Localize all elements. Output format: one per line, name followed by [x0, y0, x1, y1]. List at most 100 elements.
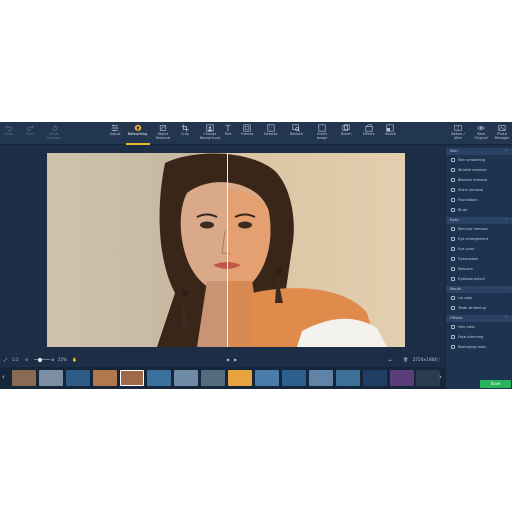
filmstrip-thumbnail[interactable] — [309, 370, 333, 386]
before-after-icon — [454, 124, 462, 132]
panel-item[interactable]: Blemish removal — [446, 175, 512, 185]
previous-image-icon[interactable]: ◀ — [226, 357, 229, 363]
tool-icon — [451, 257, 455, 261]
cloud-icon[interactable]: ☁ — [388, 357, 392, 363]
filmstrip-thumbnail[interactable] — [282, 370, 306, 386]
panel-sections: Skin ⌃ Skin smoothing Wrinkle removal Blemis… — [446, 148, 512, 352]
panel-item[interactable]: Eye enlargement — [446, 234, 512, 244]
tool-resize[interactable]: Resize — [385, 124, 396, 136]
undo-label: Undo — [4, 132, 13, 136]
panel-item[interactable]: Red-eye removal — [446, 224, 512, 234]
filmstrip-left-arrow-icon[interactable]: ‹ — [2, 373, 5, 381]
panel-item[interactable]: Face slimming — [446, 332, 512, 342]
next-image-icon[interactable]: ▶ — [234, 357, 237, 363]
section-header-0[interactable]: Skin ⌃ — [446, 148, 512, 155]
tool-frames-label: Frames — [241, 132, 254, 136]
filmstrip-thumbnail[interactable] — [390, 370, 414, 386]
fit-screen-icon[interactable]: ⤢ — [4, 357, 7, 363]
view-original-button[interactable]: View Original — [474, 124, 488, 140]
photo-manager-label: Photo Manager — [494, 132, 510, 140]
hand-tool-icon[interactable]: ✋ — [72, 357, 77, 363]
tool-adjust[interactable]: Adjust — [110, 124, 121, 136]
tool-retouching[interactable]: Retouching — [128, 124, 147, 136]
filmstrip-thumbnail[interactable] — [147, 370, 171, 386]
undo-button[interactable]: Undo — [4, 124, 13, 136]
panel-item[interactable]: Reshaping tools — [446, 342, 512, 352]
filmstrip-right-arrow-icon[interactable]: › — [439, 373, 442, 381]
tool-crop[interactable]: Crop — [181, 124, 189, 136]
panel-item[interactable]: Eyebrow pencil — [446, 274, 512, 284]
panel-item[interactable]: Teeth whitening — [446, 303, 512, 313]
section-header-3[interactable]: Others ⌃ — [446, 315, 512, 322]
actual-size-button[interactable]: 1:1 — [12, 357, 18, 363]
panel-item[interactable]: Mascara — [446, 264, 512, 274]
tool-frames[interactable]: Frames — [241, 124, 253, 136]
panel-item[interactable]: Hair color — [446, 322, 512, 332]
filmstrip-thumbnail[interactable] — [201, 370, 225, 386]
section-header-1[interactable]: Eyes ⌃ — [446, 217, 512, 224]
bokeh-icon — [342, 124, 350, 132]
reset-changes-label: Reset Changes — [46, 132, 62, 140]
tool-bokeh[interactable]: Bokeh — [341, 124, 351, 136]
filmstrip-thumbnail[interactable] — [416, 370, 440, 386]
view-original-label: View Original — [474, 132, 488, 140]
filmstrip-thumbnail[interactable] — [336, 370, 360, 386]
tool-icon — [451, 198, 455, 202]
panel-item[interactable]: Foundation — [446, 195, 512, 205]
reset-changes-button[interactable]: Reset Changes — [46, 124, 62, 140]
tool-icon — [451, 227, 455, 231]
zoom-slider-handle[interactable] — [38, 357, 42, 362]
zoom-slider[interactable] — [34, 359, 50, 360]
panel-item[interactable]: Wrinkle removal — [446, 165, 512, 175]
filmstrip-thumbnail-selected[interactable] — [120, 370, 144, 386]
panel-item[interactable]: Shine removal — [446, 185, 512, 195]
resolution-label: 2724×1804 — [413, 357, 437, 362]
tool-effects[interactable]: Effects — [363, 124, 375, 136]
filmstrip-thumbnail[interactable] — [363, 370, 387, 386]
save-button[interactable]: Save — [480, 380, 511, 388]
filmstrip: ‹ › — [0, 367, 445, 389]
filmstrip-thumbnail[interactable] — [255, 370, 279, 386]
text-icon — [224, 124, 232, 132]
filmstrip-thumbnail[interactable] — [12, 370, 36, 386]
eraser-icon — [159, 124, 167, 132]
tool-resize-label: Resize — [385, 132, 396, 136]
resize-icon — [386, 124, 394, 132]
panel-item[interactable]: Eyeshadow — [446, 254, 512, 264]
chevron-up-icon: ⌃ — [504, 218, 508, 222]
panel-item[interactable]: Skin smoothing — [446, 155, 512, 165]
zoom-in-icon[interactable]: ⊕ — [51, 357, 54, 363]
filmstrip-thumbnail[interactable] — [66, 370, 90, 386]
zoom-out-icon[interactable]: ⊖ — [25, 357, 28, 363]
effects-icon — [365, 124, 373, 132]
chevron-up-icon: ⌃ — [504, 316, 508, 320]
info-icon[interactable]: ⓘ — [436, 357, 440, 363]
photo-editor-window: Undo Redo Reset Changes Adjust Retouchin… — [0, 122, 512, 389]
panel-item[interactable]: Eye color — [446, 244, 512, 254]
before-after-button[interactable]: Before / After — [451, 124, 465, 140]
photo-preview[interactable] — [47, 153, 405, 347]
chevron-up-icon: ⌃ — [504, 287, 508, 291]
retouching-panel: Skin ⌃ Skin smoothing Wrinkle removal Blemis… — [445, 146, 512, 389]
photo-manager-button[interactable]: Photo Manager — [494, 124, 510, 140]
tool-restore[interactable]: Restore — [290, 124, 303, 136]
before-after-divider[interactable] — [227, 153, 228, 347]
tool-denoise[interactable]: Denoise — [264, 124, 278, 136]
panel-item[interactable]: Lip color — [446, 293, 512, 303]
tool-object-removal[interactable]: Object Removal — [155, 124, 171, 140]
tool-insert-image[interactable]: Insert Image — [315, 124, 329, 140]
filmstrip-thumbnail[interactable] — [228, 370, 252, 386]
section-header-2[interactable]: Mouth ⌃ — [446, 286, 512, 293]
zoom-percent: 25% — [58, 357, 67, 362]
tool-text[interactable]: Text — [224, 124, 232, 136]
panel-item[interactable]: Blush — [446, 205, 512, 215]
filmstrip-thumbnail[interactable] — [174, 370, 198, 386]
image-canvas-area — [0, 146, 445, 353]
tool-change-background[interactable]: Change Background — [199, 124, 221, 140]
delete-icon[interactable]: 🗑 — [403, 357, 408, 363]
redo-button[interactable]: Redo — [26, 124, 35, 136]
redo-icon — [26, 124, 34, 132]
filmstrip-thumbnail[interactable] — [39, 370, 63, 386]
denoise-icon — [267, 124, 275, 132]
filmstrip-thumbnail[interactable] — [93, 370, 117, 386]
